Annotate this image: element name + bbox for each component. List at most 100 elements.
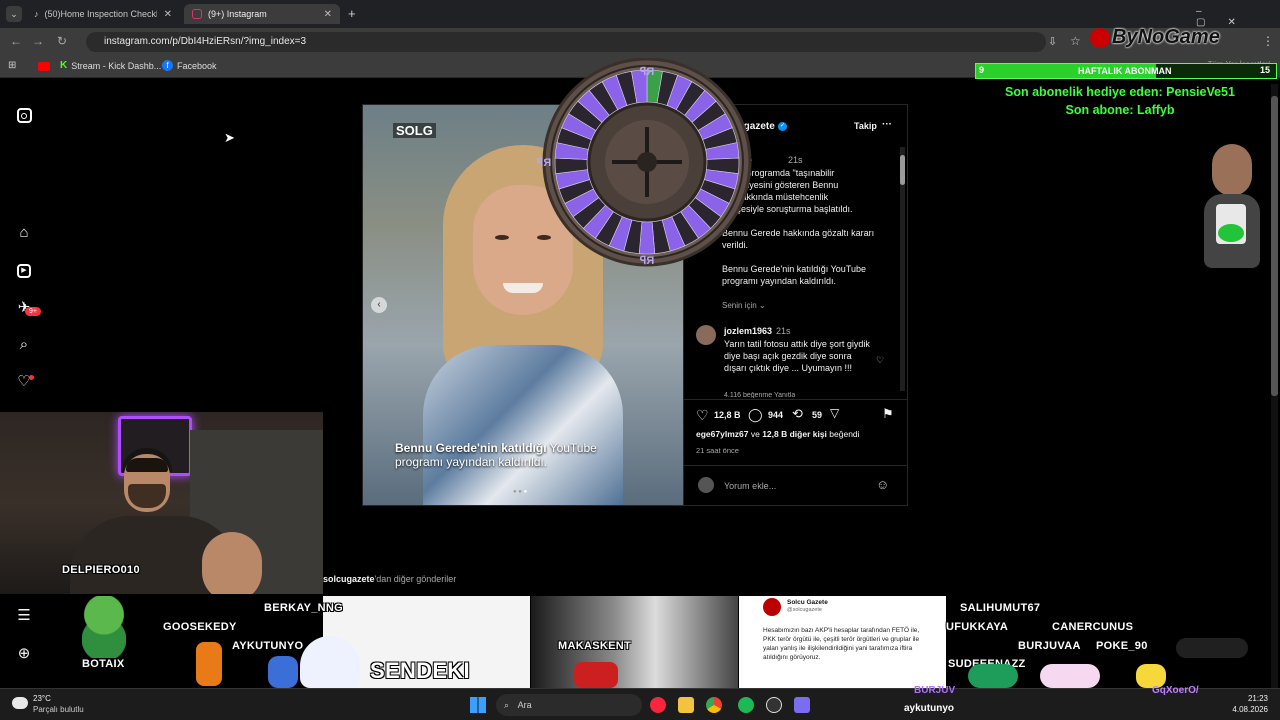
liked-by-user[interactable]: ege67ylmz67 — [696, 429, 748, 439]
webcam-overlay: DELPIERO010 — [0, 412, 323, 594]
comment-icon[interactable]: ◯ — [748, 407, 763, 423]
facebook-icon: f — [162, 60, 173, 71]
page-scrollbar[interactable] — [1271, 84, 1278, 688]
forward-icon[interactable]: → — [30, 34, 46, 48]
apps-icon[interactable]: ⊞ — [8, 60, 16, 71]
app-icon[interactable] — [794, 697, 810, 713]
svg-text:ꟼЯ: ꟼЯ — [537, 157, 552, 169]
new-tab-button[interactable]: + — [348, 6, 356, 21]
svg-text:ꟼЯ: ꟼЯ — [640, 255, 655, 267]
svg-text:ꟼЯ: ꟼЯ — [640, 66, 655, 78]
bookmark-star-icon[interactable]: ☆ — [1070, 34, 1081, 48]
sprite — [968, 664, 1018, 688]
taskbar-search-label: Ara — [517, 700, 532, 710]
share-icon[interactable]: ▽ — [830, 406, 839, 420]
clock-time[interactable]: 21:23 — [1232, 694, 1268, 703]
tab-label: (50)Home Inspection Checklist — [44, 9, 157, 19]
more-menu-icon[interactable]: ☰ — [14, 606, 34, 626]
youtube-icon[interactable] — [38, 62, 50, 71]
home-icon[interactable]: ⌂ — [14, 224, 34, 244]
repost-count: 59 — [812, 410, 823, 420]
viewer-nick: SALIHUMUT67 — [960, 602, 1041, 614]
weather-desc: Parçalı bulutlu — [33, 705, 84, 714]
divider — [684, 465, 908, 466]
post-thumbnail-3[interactable]: Solcu Gazete @solcugazete Hesabımızın ba… — [739, 596, 946, 688]
tab-instagram[interactable]: (9+) Instagram ✕ — [184, 4, 340, 24]
scrollbar[interactable] — [900, 147, 905, 391]
webcam-name: DELPIERO010 — [62, 564, 140, 576]
more-posts-heading: solcugazete'dan diğer gönderiler — [323, 574, 456, 584]
instagram-icon — [192, 9, 202, 19]
weather-icon[interactable] — [12, 697, 28, 709]
comment-user[interactable]: jozlem1963 — [724, 326, 772, 336]
bookmark-facebook[interactable]: f Facebook — [162, 60, 217, 71]
instagram-logo-icon[interactable] — [14, 106, 34, 126]
music-app-icon[interactable] — [650, 697, 666, 713]
spotify-icon[interactable] — [738, 697, 754, 713]
sub-goal-label: HAFTALIK ABONMAN — [1078, 66, 1172, 76]
repost-icon[interactable]: ⟲ — [792, 406, 803, 422]
tab-list-button[interactable]: ⌄ — [6, 6, 22, 22]
tweet-handle: @solcugazete — [787, 607, 822, 613]
reload-icon[interactable]: ↻ — [54, 34, 70, 48]
more-options-icon[interactable]: ··· — [882, 119, 892, 130]
comment-meta[interactable]: 4.116 beğenme Yanıtla — [724, 392, 795, 398]
emoji-icon[interactable]: ☺ — [876, 477, 889, 492]
like-icon[interactable]: ♡ — [696, 407, 709, 424]
comment-text: Yarın tatil fotosu attık diye şort giydi… — [724, 339, 870, 373]
reels-icon[interactable]: ▶ — [14, 261, 34, 281]
clock-date[interactable]: 4.08.2026 — [1228, 705, 1268, 714]
action-bar — [684, 399, 908, 400]
tweet-avatar — [763, 598, 781, 616]
comment-avatar[interactable] — [696, 325, 716, 345]
close-icon[interactable]: ✕ — [324, 9, 332, 20]
chevron-down-icon: ⌄ — [758, 301, 766, 310]
obs-icon[interactable] — [766, 697, 782, 713]
my-avatar — [698, 477, 714, 493]
install-icon[interactable]: ⇩ — [1048, 35, 1057, 48]
bookmark-kick[interactable]: K Stream - Kick Dashb... — [60, 60, 161, 71]
comment-like-icon[interactable]: ♡ — [876, 355, 884, 366]
follow-button[interactable]: Takip — [854, 121, 877, 131]
see-translation[interactable]: Senin için ⌄ — [722, 301, 766, 310]
weather-temp[interactable]: 23°C — [33, 694, 51, 703]
start-button[interactable] — [470, 697, 486, 713]
last-gift-text: Son abonelik hediye eden: PensieVe51 — [1005, 85, 1235, 99]
search-icon[interactable]: ⌕ — [14, 336, 34, 356]
mouse-cursor: ➤ — [224, 130, 235, 145]
sprite — [574, 662, 618, 688]
explorer-icon[interactable] — [678, 697, 694, 713]
tab-home-inspection[interactable]: ♪ (50)Home Inspection Checklist ✕ — [26, 4, 180, 24]
viewer-nick: SENDEKI — [370, 658, 470, 683]
more-posts-user[interactable]: solcugazete — [323, 574, 375, 584]
liked-by-count[interactable]: 12,8 B diğer kişi — [762, 429, 827, 439]
chrome-icon[interactable] — [706, 697, 722, 713]
like-count: 12,8 B — [714, 410, 741, 420]
browser-tab-bar: ⌄ ♪ (50)Home Inspection Checklist ✕ (9+)… — [0, 0, 1280, 28]
photo-caption-bold: Bennu Gerede'nin katıldığı — [395, 441, 547, 455]
save-icon[interactable]: ⚑ — [882, 406, 894, 422]
roulette-wheel: ꟼЯ ꟼЯ ꟼЯ — [537, 58, 752, 267]
watermark: SOLG — [393, 123, 436, 138]
sprite — [268, 656, 298, 688]
viewer-nick: AYKUTUNYO — [232, 640, 304, 652]
see-translation-label: Senin için — [722, 301, 757, 310]
caption-time: 21s — [788, 155, 803, 165]
menu-icon[interactable]: ⋮ — [1262, 34, 1274, 48]
chat-line: aykutunyo — [904, 703, 955, 714]
url-text: instagram.com/p/DbI4HziERsn/?img_index=3 — [104, 36, 307, 47]
chat-line: GqXoerO/ — [1152, 685, 1199, 696]
sprite — [300, 636, 360, 688]
url-field[interactable]: instagram.com/p/DbI4HziERsn/?img_index=3 — [86, 32, 1046, 52]
taskbar-search[interactable]: ⌕ Ara — [496, 694, 642, 716]
viewer-nick: POKE_90 — [1096, 640, 1148, 652]
liked-by-text: ve — [750, 429, 760, 439]
verified-icon: ✓ — [778, 122, 787, 131]
chat-line: BURJUV — [914, 685, 956, 696]
photo-caption: Bennu Gerede'nin katıldığı YouTube progr… — [395, 441, 635, 469]
back-icon[interactable]: ← — [8, 34, 24, 48]
add-comment-input[interactable]: Yorum ekle... — [724, 481, 776, 491]
carousel-prev-button[interactable]: ‹ — [371, 297, 387, 313]
threads-icon[interactable]: ⊕ — [14, 644, 34, 664]
close-icon[interactable]: ✕ — [164, 9, 172, 20]
